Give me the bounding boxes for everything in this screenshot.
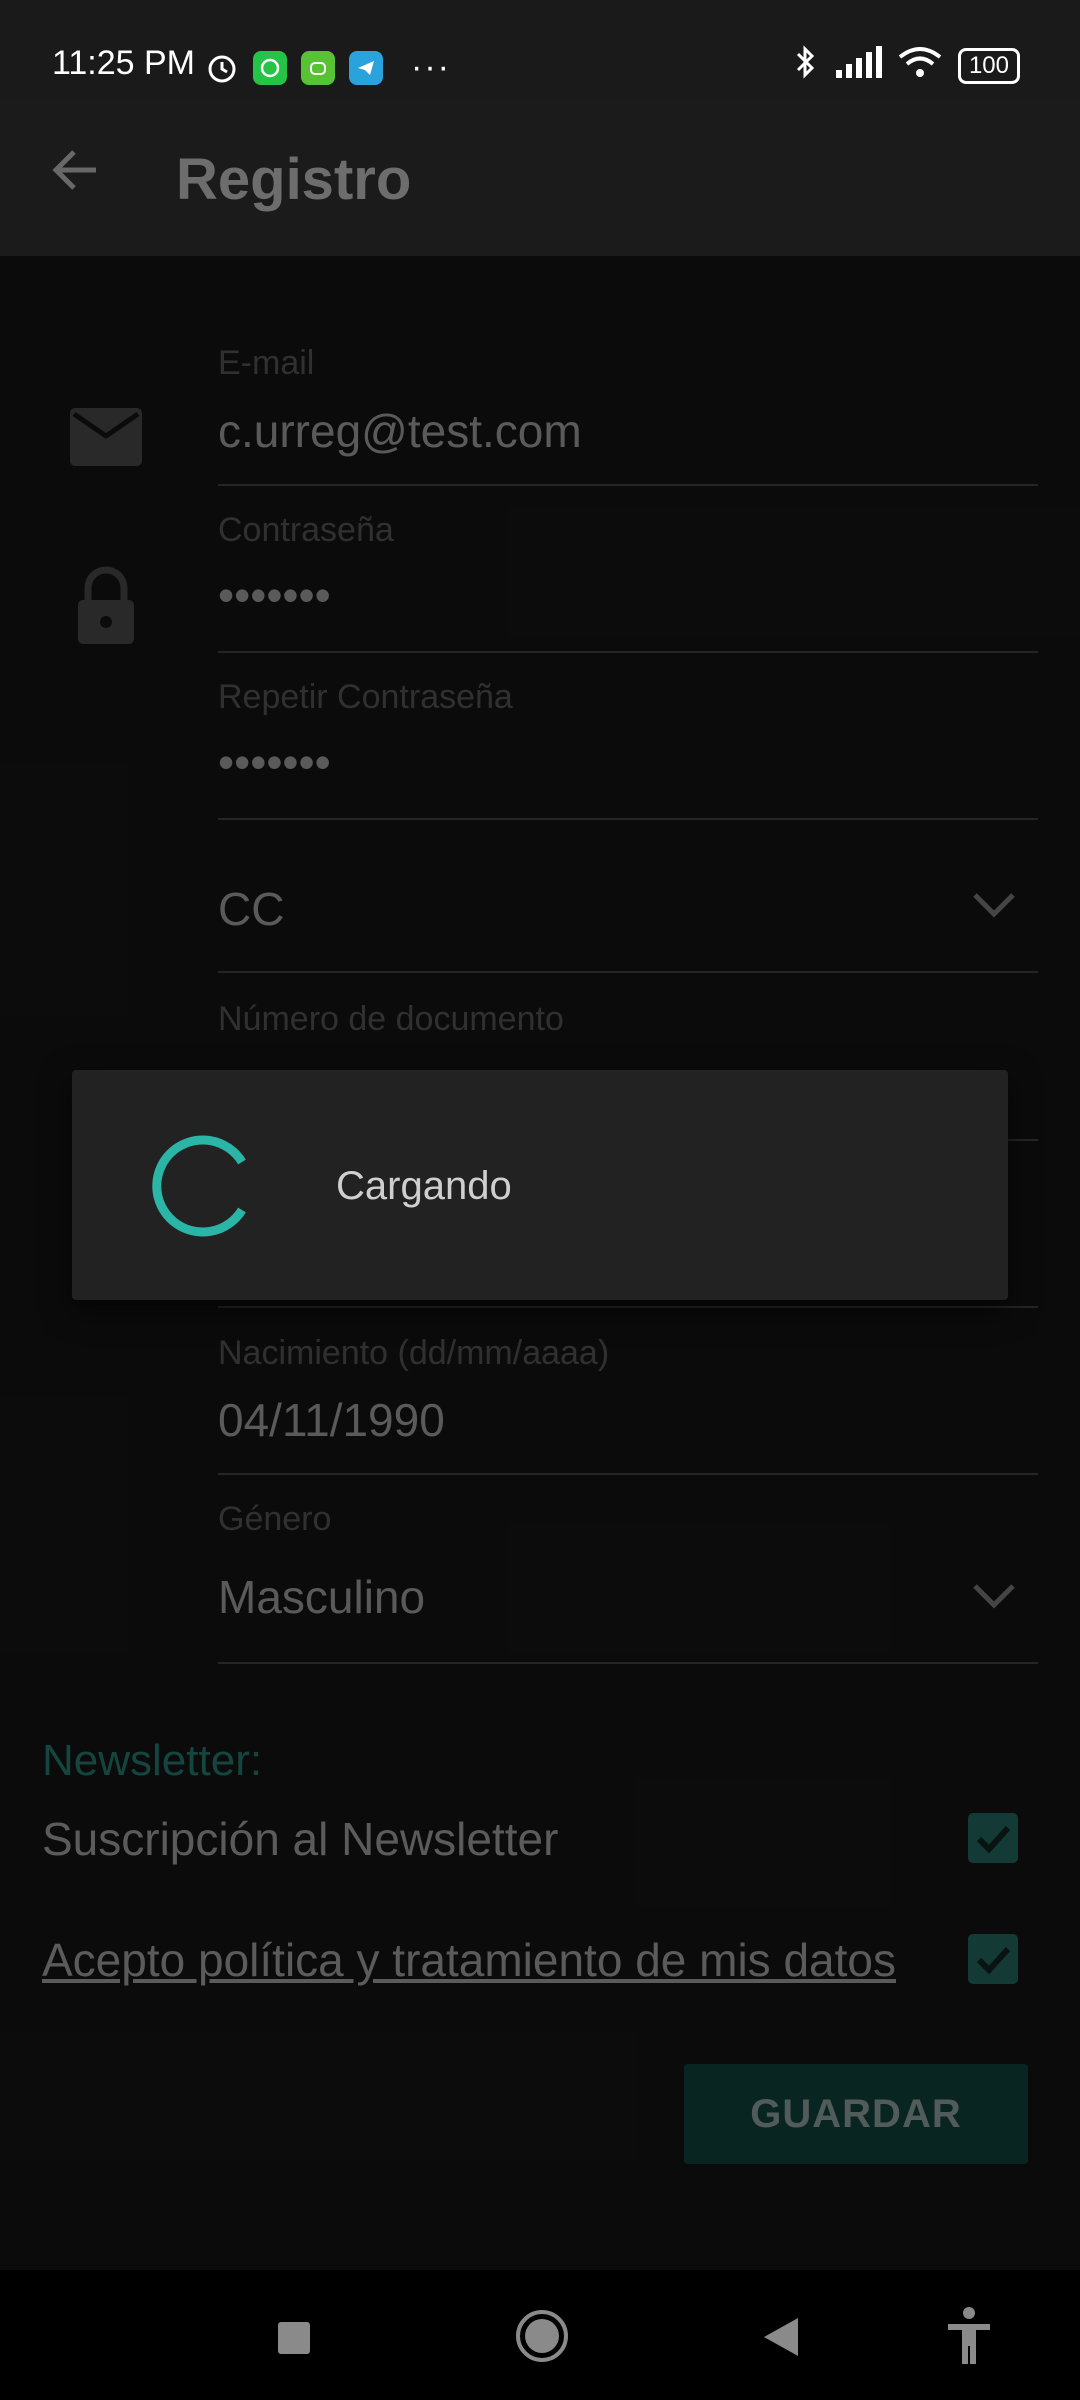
battery-icon: 100 <box>957 47 1020 84</box>
navigation-bar <box>0 2270 1080 2400</box>
signal-icon <box>834 46 882 85</box>
loading-dialog: Cargando <box>72 1070 1008 1300</box>
bluetooth-icon <box>794 44 818 87</box>
alarm-icon <box>205 51 239 85</box>
status-bar: 11:25 PM ··· 100 <box>0 0 1080 100</box>
accessibility-icon[interactable] <box>944 2306 994 2371</box>
home-icon[interactable] <box>514 2308 570 2369</box>
back-nav-icon[interactable] <box>762 2316 800 2363</box>
loading-spinner-icon <box>148 1132 256 1240</box>
recents-icon[interactable] <box>276 2320 312 2361</box>
telegram-icon <box>349 50 383 85</box>
system-icons: 100 <box>794 44 1020 87</box>
notification-icons: ··· <box>205 48 451 87</box>
more-icon: ··· <box>411 48 451 86</box>
bot-icon <box>301 50 335 85</box>
loading-text: Cargando <box>336 1164 512 1208</box>
whatsapp-icon <box>253 50 287 85</box>
status-time: 11:25 PM <box>52 44 196 82</box>
wifi-icon <box>898 45 942 86</box>
